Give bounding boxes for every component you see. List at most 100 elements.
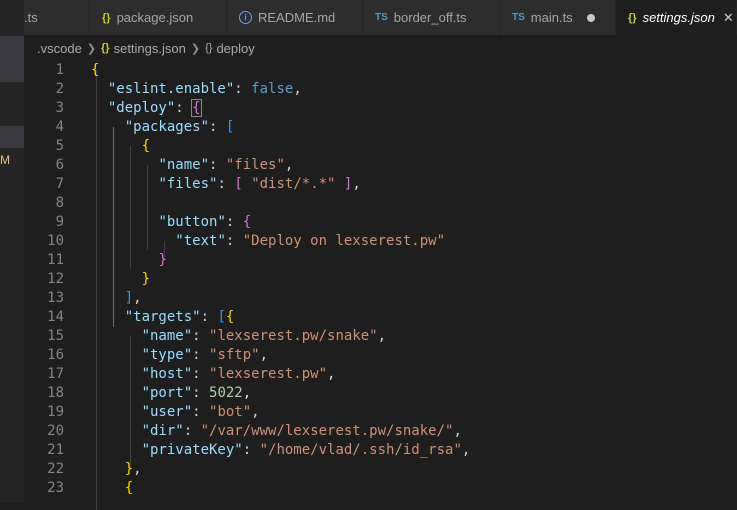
code-token: : bbox=[225, 233, 243, 249]
typescript-file-icon: TS bbox=[512, 12, 525, 23]
code-token: { bbox=[124, 480, 134, 496]
code-token: { bbox=[225, 309, 235, 325]
sidebar-strip: M bbox=[0, 0, 24, 503]
code-token: "files" bbox=[158, 176, 218, 192]
line-number: 1 bbox=[55, 62, 64, 78]
close-icon[interactable]: ✕ bbox=[723, 10, 734, 26]
line-number: 20 bbox=[47, 423, 64, 439]
line-number: 18 bbox=[47, 385, 64, 401]
code-token: , bbox=[242, 385, 252, 401]
code-token: "packages" bbox=[124, 119, 210, 135]
code-text: "targets": [{ bbox=[91, 308, 235, 327]
code-text: "packages": [ bbox=[91, 118, 235, 137]
code-text: "deploy": { bbox=[91, 99, 202, 118]
tab-main-ts[interactable]: TS main.ts bbox=[500, 0, 616, 35]
code-token: : bbox=[192, 404, 210, 420]
line-number: 22 bbox=[47, 461, 64, 477]
line-number: 7 bbox=[55, 176, 64, 192]
breadcrumb: .vscode ❯ {} settings.json ❯ {} deploy bbox=[24, 35, 737, 61]
line-number: 8 bbox=[55, 195, 64, 211]
breadcrumb-item-settings[interactable]: settings.json bbox=[114, 41, 186, 56]
code-token: "dir" bbox=[141, 423, 184, 439]
code-token: : bbox=[183, 423, 201, 439]
code-token: : bbox=[175, 100, 193, 116]
code-editor[interactable]: 1 {2 "eslint.enable": false, 3 "deploy": {… bbox=[24, 61, 737, 510]
code-token: } bbox=[124, 461, 134, 477]
json-file-icon: {} bbox=[628, 11, 637, 24]
tab-ts[interactable]: .ts bbox=[24, 0, 90, 35]
line-number: 21 bbox=[47, 442, 64, 458]
code-token: [ bbox=[225, 119, 235, 135]
code-token: { bbox=[242, 214, 252, 230]
info-icon: i bbox=[239, 11, 252, 24]
code-token: { bbox=[141, 138, 151, 154]
code-token: "/var/www/lexserest.pw/snake/" bbox=[200, 423, 454, 439]
sidebar-panel-edge bbox=[0, 36, 24, 82]
unsaved-dot-icon[interactable] bbox=[586, 13, 595, 22]
code-token: , bbox=[251, 404, 260, 420]
code-token: "Deploy on lexserest.pw" bbox=[242, 233, 446, 249]
code-token: ] bbox=[124, 290, 134, 306]
code-token: , bbox=[293, 81, 302, 97]
tab-border-off-ts[interactable]: TS border_off.ts bbox=[363, 0, 500, 35]
chevron-right-icon: ❯ bbox=[190, 42, 201, 55]
code-text: "dir": "/var/www/lexserest.pw/snake/", bbox=[91, 422, 462, 441]
code-token: : bbox=[192, 366, 210, 382]
code-text: "type": "sftp", bbox=[91, 346, 268, 365]
line-number: 11 bbox=[47, 252, 64, 268]
line-number: 17 bbox=[47, 366, 64, 382]
code-text: "name": "lexserest.pw/snake", bbox=[91, 327, 386, 346]
code-text: "name": "files", bbox=[91, 156, 293, 175]
tab-settings-json[interactable]: {} settings.json ✕ bbox=[616, 0, 737, 35]
code-token: : bbox=[200, 309, 218, 325]
code-token: : bbox=[234, 81, 252, 97]
code-token: , bbox=[377, 328, 387, 344]
breadcrumb-item-vscode[interactable]: .vscode bbox=[37, 41, 82, 56]
code-token: [ bbox=[217, 309, 226, 325]
code-token: "bot" bbox=[209, 404, 252, 420]
line-number: 13 bbox=[47, 290, 64, 306]
code-token: "files" bbox=[225, 157, 285, 173]
line-number: 2 bbox=[55, 81, 64, 97]
line-number: 23 bbox=[47, 480, 64, 496]
object-icon: {} bbox=[205, 42, 213, 54]
code-token: : bbox=[192, 385, 210, 401]
code-token: : bbox=[192, 347, 210, 363]
sidebar-selected-item[interactable] bbox=[0, 126, 24, 148]
tab-label: package.json bbox=[116, 10, 194, 25]
code-token: : bbox=[225, 214, 243, 230]
chevron-right-icon: ❯ bbox=[86, 42, 97, 55]
code-token: } bbox=[158, 252, 167, 268]
code-text: "port": 5022, bbox=[91, 384, 252, 403]
code-token: [ bbox=[234, 176, 243, 192]
code-token: , bbox=[133, 461, 142, 477]
editor-tab-bar: .ts {} package.json i README.md TS border_off.… bbox=[24, 0, 737, 35]
code-token: : bbox=[209, 157, 226, 173]
tab-readme-md[interactable]: i README.md bbox=[227, 0, 363, 35]
breadcrumb-item-deploy[interactable]: deploy bbox=[216, 41, 254, 56]
code-token: , bbox=[461, 442, 471, 458]
code-text: "button": { bbox=[91, 213, 251, 232]
line-number: 6 bbox=[55, 157, 64, 173]
code-token: : bbox=[192, 328, 210, 344]
code-token: , bbox=[453, 423, 462, 439]
tab-package-json[interactable]: {} package.json bbox=[90, 0, 227, 35]
line-number: 15 bbox=[47, 328, 64, 344]
tab-label: settings.json bbox=[642, 10, 715, 25]
